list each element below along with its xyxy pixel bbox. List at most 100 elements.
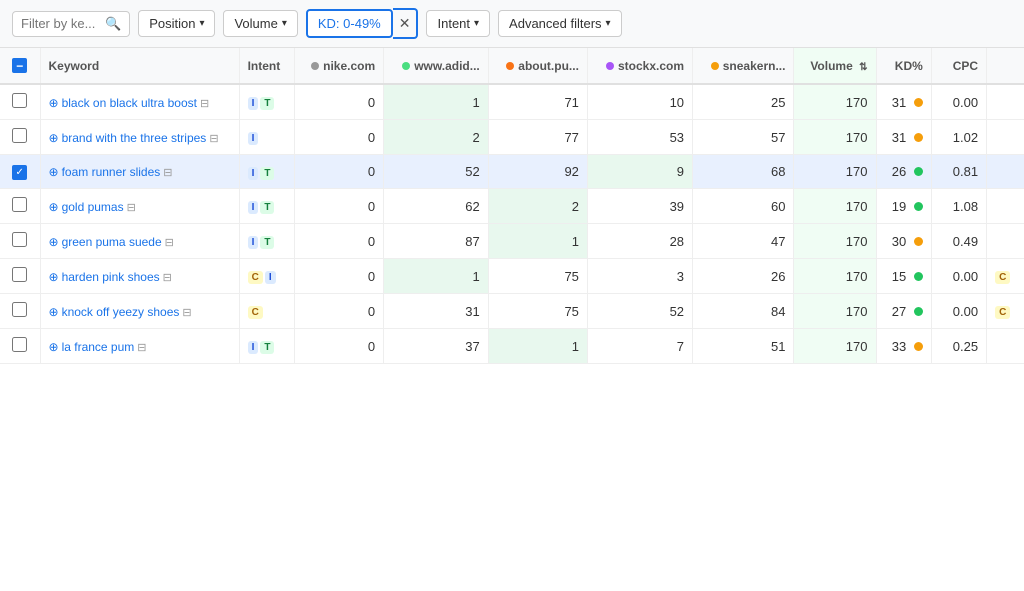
- intent-badge-I: I: [248, 132, 259, 145]
- volume-cell: 170: [794, 189, 876, 224]
- advanced-filters-button[interactable]: Advanced filters ▾: [498, 10, 622, 37]
- table-row: ⊕green puma suede⊟IT0871284717030 0.49: [0, 224, 1024, 259]
- row-checkbox-cell[interactable]: ✓: [0, 155, 40, 189]
- keyword-link[interactable]: gold pumas: [62, 200, 124, 214]
- extra-cell: C: [987, 294, 1024, 329]
- kd-clear-button[interactable]: ✕: [393, 8, 419, 39]
- row-checkbox[interactable]: [12, 302, 27, 317]
- position-filter-button[interactable]: Position ▾: [138, 10, 215, 37]
- keyword-link[interactable]: green puma suede: [62, 235, 162, 249]
- extra-cell: [987, 329, 1024, 364]
- keyword-link[interactable]: la france pum: [62, 340, 135, 354]
- extra-cell: [987, 120, 1024, 155]
- cpc-cell: 0.00: [931, 259, 986, 294]
- sneaker-cell: 57: [693, 120, 794, 155]
- adidas-cell: 2: [384, 120, 489, 155]
- expand-icon[interactable]: ⊕: [49, 340, 59, 354]
- kd-dot: [914, 167, 923, 176]
- row-checkbox[interactable]: [12, 197, 27, 212]
- header-checkbox-minus[interactable]: −: [12, 58, 27, 73]
- export-icon[interactable]: ⊟: [165, 237, 174, 249]
- header-adidas[interactable]: www.adid...: [384, 48, 489, 84]
- volume-sort-icon: ⇅: [859, 62, 867, 73]
- expand-icon[interactable]: ⊕: [49, 131, 59, 145]
- row-checkbox[interactable]: [12, 267, 27, 282]
- row-checkbox-cell[interactable]: [0, 84, 40, 120]
- table-row: ⊕black on black ultra boost⊟IT0171102517…: [0, 84, 1024, 120]
- expand-icon[interactable]: ⊕: [49, 200, 59, 214]
- volume-filter-button[interactable]: Volume ▾: [223, 10, 297, 37]
- header-sneaker[interactable]: sneakern...: [693, 48, 794, 84]
- export-icon[interactable]: ⊟: [137, 342, 146, 354]
- header-nike[interactable]: nike.com: [294, 48, 384, 84]
- row-checkbox-cell[interactable]: [0, 120, 40, 155]
- cpc-cell: 0.00: [931, 84, 986, 120]
- volume-cell: 170: [794, 84, 876, 120]
- intent-badge-I: I: [248, 236, 259, 249]
- row-checkbox-cell[interactable]: [0, 294, 40, 329]
- keyword-cell: ⊕knock off yeezy shoes⊟: [40, 294, 239, 329]
- row-checkbox[interactable]: [12, 337, 27, 352]
- header-stockx[interactable]: stockx.com: [587, 48, 692, 84]
- sneaker-cell: 26: [693, 259, 794, 294]
- header-about[interactable]: about.pu...: [488, 48, 587, 84]
- expand-icon[interactable]: ⊕: [49, 165, 59, 179]
- extra-cell: C: [987, 259, 1024, 294]
- keyword-link[interactable]: brand with the three stripes: [62, 131, 207, 145]
- row-checkbox-cell[interactable]: [0, 259, 40, 294]
- search-button[interactable]: 🔍: [105, 16, 121, 32]
- intent-badge-T: T: [260, 341, 274, 354]
- export-icon[interactable]: ⊟: [200, 98, 209, 110]
- intent-badge-T: T: [260, 97, 274, 110]
- keyword-link[interactable]: knock off yeezy shoes: [62, 305, 180, 319]
- keyword-link[interactable]: foam runner slides: [62, 165, 161, 179]
- expand-icon[interactable]: ⊕: [49, 270, 59, 284]
- header-volume[interactable]: Volume ⇅: [794, 48, 876, 84]
- row-checkbox[interactable]: ✓: [12, 165, 27, 180]
- expand-icon[interactable]: ⊕: [49, 305, 59, 319]
- cpc-cell: 0.49: [931, 224, 986, 259]
- header-intent[interactable]: Intent: [239, 48, 294, 84]
- cpc-cell: 1.02: [931, 120, 986, 155]
- adidas-cell: 62: [384, 189, 489, 224]
- position-label: Position: [149, 16, 195, 31]
- extra-cell: [987, 224, 1024, 259]
- kd-dot: [914, 342, 923, 351]
- export-icon[interactable]: ⊟: [163, 167, 172, 179]
- about-cell: 2: [488, 189, 587, 224]
- header-keyword[interactable]: Keyword: [40, 48, 239, 84]
- row-checkbox[interactable]: [12, 93, 27, 108]
- kd-dot: [914, 202, 923, 211]
- expand-icon[interactable]: ⊕: [49, 96, 59, 110]
- nike-cell: 0: [294, 224, 384, 259]
- stockx-cell: 3: [587, 259, 692, 294]
- about-dot: [506, 62, 514, 70]
- row-checkbox[interactable]: [12, 232, 27, 247]
- table-header-row: − Keyword Intent nike.com www.adid... ab…: [0, 48, 1024, 84]
- header-kd[interactable]: KD%: [876, 48, 931, 84]
- export-icon[interactable]: ⊟: [127, 202, 136, 214]
- keyword-table: − Keyword Intent nike.com www.adid... ab…: [0, 48, 1024, 364]
- row-checkbox-cell[interactable]: [0, 329, 40, 364]
- kd-filter-button[interactable]: KD: 0-49%: [306, 9, 393, 38]
- stockx-cell: 10: [587, 84, 692, 120]
- intent-cell: IT: [239, 224, 294, 259]
- export-icon[interactable]: ⊟: [163, 272, 172, 284]
- row-checkbox-cell[interactable]: [0, 189, 40, 224]
- table-row: ⊕harden pink shoes⊟CI017532617015 0.00C: [0, 259, 1024, 294]
- row-checkbox[interactable]: [12, 128, 27, 143]
- kd-label: KD: 0-49%: [318, 16, 381, 31]
- row-checkbox-cell[interactable]: [0, 224, 40, 259]
- filter-input[interactable]: [21, 16, 101, 31]
- keyword-link[interactable]: black on black ultra boost: [62, 96, 197, 110]
- keyword-link[interactable]: harden pink shoes: [62, 270, 160, 284]
- header-cpc[interactable]: CPC: [931, 48, 986, 84]
- header-checkbox-col[interactable]: −: [0, 48, 40, 84]
- kd-cell: 27: [876, 294, 931, 329]
- export-icon[interactable]: ⊟: [182, 307, 191, 319]
- intent-filter-button[interactable]: Intent ▾: [426, 10, 490, 37]
- intent-cell: I: [239, 120, 294, 155]
- export-icon[interactable]: ⊟: [209, 133, 218, 145]
- expand-icon[interactable]: ⊕: [49, 235, 59, 249]
- sneaker-cell: 51: [693, 329, 794, 364]
